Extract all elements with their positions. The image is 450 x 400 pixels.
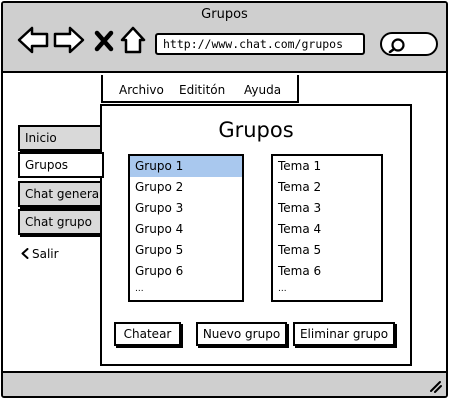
menu-ayuda[interactable]: Ayuda xyxy=(244,83,281,97)
list-item[interactable]: Tema 5 xyxy=(273,240,381,261)
list-item[interactable]: Tema 3 xyxy=(273,198,381,219)
list-item[interactable]: Tema 2 xyxy=(273,177,381,198)
list-item[interactable]: Tema 4 xyxy=(273,219,381,240)
exit-link[interactable]: Salir xyxy=(21,247,59,261)
chevron-left-icon xyxy=(21,248,29,259)
list-item[interactable]: Grupo 2 xyxy=(130,177,242,198)
tab-inicio[interactable]: Inicio xyxy=(18,125,103,151)
home-icon[interactable] xyxy=(120,25,146,55)
tab-chat-grupo[interactable]: Chat grupo xyxy=(18,209,103,235)
search-field[interactable] xyxy=(380,32,438,56)
list-item-more: ... xyxy=(278,284,287,294)
list-item-selected[interactable]: Grupo 1 xyxy=(130,156,242,177)
status-bar xyxy=(3,371,446,396)
resize-grip-icon[interactable] xyxy=(428,379,442,393)
panel-title: Grupos xyxy=(218,118,294,142)
list-item[interactable]: Tema 6 xyxy=(273,261,381,282)
topics-list[interactable]: Tema 1 Tema 2 Tema 3 Tema 4 Tema 5 Tema … xyxy=(271,154,383,302)
list-item[interactable]: Grupo 5 xyxy=(130,240,242,261)
exit-label: Salir xyxy=(32,247,59,261)
close-icon[interactable] xyxy=(94,25,114,55)
groups-list[interactable]: Grupo 1 Grupo 2 Grupo 3 Grupo 4 Grupo 5 … xyxy=(128,154,244,302)
title-bar: Grupos http://www.chat.com/grupos xyxy=(3,3,446,73)
window-title: Grupos xyxy=(201,7,248,22)
address-bar[interactable]: http://www.chat.com/grupos xyxy=(155,33,365,55)
tab-chat-general[interactable]: Chat general xyxy=(18,181,103,207)
tab-grupos[interactable]: Grupos xyxy=(18,152,104,178)
list-item[interactable]: Grupo 4 xyxy=(130,219,242,240)
list-item[interactable]: Grupo 3 xyxy=(130,198,242,219)
search-icon xyxy=(388,38,405,53)
list-item[interactable]: Tema 1 xyxy=(273,156,381,177)
menu-bar: Archivo Edititón Ayuda xyxy=(101,75,299,103)
forward-icon[interactable] xyxy=(53,25,85,55)
delete-group-button[interactable]: Eliminar grupo xyxy=(293,322,395,346)
list-item-more: ... xyxy=(135,284,144,294)
browser-window: Grupos http://www.chat.com/grupos Archiv… xyxy=(1,1,448,398)
menu-archivo[interactable]: Archivo xyxy=(119,83,164,97)
groups-panel: Grupos Grupo 1 Grupo 2 Grupo 3 Grupo 4 G… xyxy=(100,104,412,366)
chat-button[interactable]: Chatear xyxy=(114,322,181,346)
back-icon[interactable] xyxy=(17,25,49,55)
new-group-button[interactable]: Nuevo grupo xyxy=(196,322,287,346)
list-item[interactable]: Grupo 6 xyxy=(130,261,242,282)
menu-edicion[interactable]: Edititón xyxy=(179,83,225,97)
